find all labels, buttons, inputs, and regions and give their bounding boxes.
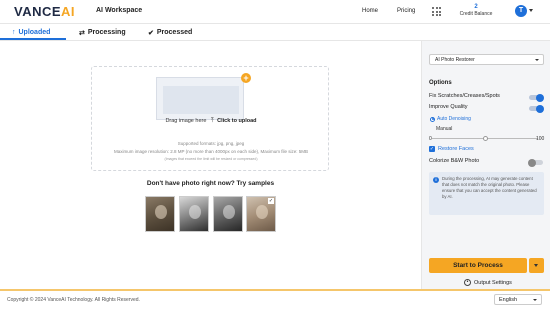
workspace-title: AI Workspace [96, 7, 143, 14]
language-select[interactable]: English [494, 294, 542, 305]
vanceai-logo[interactable]: VANCEAI [14, 4, 75, 19]
tab-uploaded[interactable]: ↑ Uploaded [12, 27, 50, 38]
info-icon: i [433, 177, 439, 183]
supported-formats-text: Supported formats: jpg, png, jpeg [177, 141, 245, 146]
model-select[interactable]: AI Photo Restorer [429, 54, 544, 65]
upload-icon: ⤒ [210, 118, 214, 124]
language-value: English [499, 297, 518, 303]
fix-scratches-label: Fix Scratches/Creases/Spots [429, 93, 500, 99]
resize-note-text: (Images that exceed the limit will be re… [164, 157, 258, 161]
chevron-down-icon [533, 299, 537, 301]
fix-scratches-toggle[interactable] [529, 93, 544, 102]
drag-upload-line: Drag image here ⤒ Click to upload [92, 118, 330, 125]
output-settings-label: Output Settings [474, 279, 512, 286]
radio-selected-icon [430, 116, 435, 122]
ai-disclaimer-text: During the processing, AI may generate c… [442, 176, 537, 199]
logo-text-vance: VANCE [14, 4, 62, 19]
chevron-down-icon [534, 264, 538, 267]
image-placeholder-icon [156, 77, 244, 120]
active-tab-indicator [0, 38, 66, 40]
processing-icon: ⇄ [79, 29, 85, 37]
model-select-value: AI Photo Restorer [435, 57, 475, 63]
apps-grid-icon[interactable] [432, 7, 441, 16]
colorize-toggle[interactable] [528, 158, 543, 167]
slider-max-label: 100 [536, 136, 545, 142]
tab-label: Uploaded [18, 29, 51, 36]
settings-panel: AI Photo Restorer Options Fix Scratches/… [421, 41, 550, 289]
upload-arrow-icon: ↑ [12, 29, 16, 36]
output-settings-button[interactable]: • Output Settings [464, 279, 512, 286]
sample-photo-3[interactable] [213, 196, 243, 232]
page-footer: Copyright © 2024 VanceAI Technology. All… [0, 289, 550, 309]
credit-balance[interactable]: 2 Credit Balance [457, 4, 495, 17]
checkbox-checked-icon[interactable]: ✓ [429, 146, 435, 152]
colorize-label: Colorize B&W Photo [429, 158, 480, 164]
chevron-down-icon [535, 59, 539, 61]
user-avatar[interactable]: T [515, 5, 527, 17]
start-options-dropdown-button[interactable] [529, 258, 544, 273]
improve-quality-label: Improve Quality [429, 104, 468, 110]
settings-gear-icon: • [464, 279, 471, 286]
restore-faces-option[interactable]: ✓ Restore Faces [429, 146, 474, 152]
copyright-text: Copyright © 2024 VanceAI Technology. All… [7, 297, 140, 303]
plus-icon: + [241, 73, 251, 83]
sample-photo-2[interactable] [179, 196, 209, 232]
sample-photo-4[interactable]: ✓ [246, 196, 276, 232]
nav-home-link[interactable]: Home [362, 8, 378, 14]
main-panel: + Drag image here ⤒ Click to upload Supp… [0, 41, 421, 289]
tab-processed[interactable]: ✔ Processed [148, 27, 192, 38]
improve-quality-toggle[interactable] [529, 104, 544, 113]
drag-text: Drag image here [165, 118, 207, 124]
tab-label: Processed [156, 29, 193, 36]
click-to-upload-link[interactable]: Click to upload [217, 118, 256, 124]
options-heading: Options [429, 80, 452, 86]
start-to-process-button[interactable]: Start to Process [429, 258, 527, 273]
check-circle-icon: ✔ [148, 29, 154, 37]
tab-processing[interactable]: ⇄ Processing [79, 27, 126, 38]
restore-faces-label: Restore Faces [438, 146, 474, 152]
ai-disclaimer-box: i During the processing, AI may generate… [429, 172, 544, 215]
sample-photo-1[interactable] [145, 196, 175, 232]
denoise-slider-handle[interactable] [482, 136, 488, 141]
logo-text-ai: AI [61, 4, 76, 19]
chevron-down-icon[interactable] [529, 9, 533, 12]
max-resolution-text: Maximum image resolution: 2.8 MP (no mor… [113, 149, 308, 154]
samples-title: Don't have photo right now? Try samples [146, 180, 275, 187]
top-header: VANCEAI AI Workspace Home Pricing 2 Cred… [0, 0, 550, 24]
credit-label: Credit Balance [459, 11, 493, 17]
manual-option[interactable]: Manual [436, 126, 452, 132]
checkmark-icon: ✓ [268, 198, 274, 204]
status-tabs: ↑ Uploaded ⇄ Processing ✔ Processed [0, 24, 550, 41]
credit-count: 2 [474, 4, 478, 10]
slider-min-label: 0 [429, 136, 432, 142]
nav-pricing-link[interactable]: Pricing [397, 8, 415, 14]
tab-label: Processing [87, 29, 126, 36]
auto-denoising-option[interactable]: Auto Denoising [430, 116, 471, 122]
upload-dropzone[interactable]: + Drag image here ⤒ Click to upload Supp… [91, 66, 329, 171]
auto-denoising-label: Auto Denoising [437, 116, 471, 122]
